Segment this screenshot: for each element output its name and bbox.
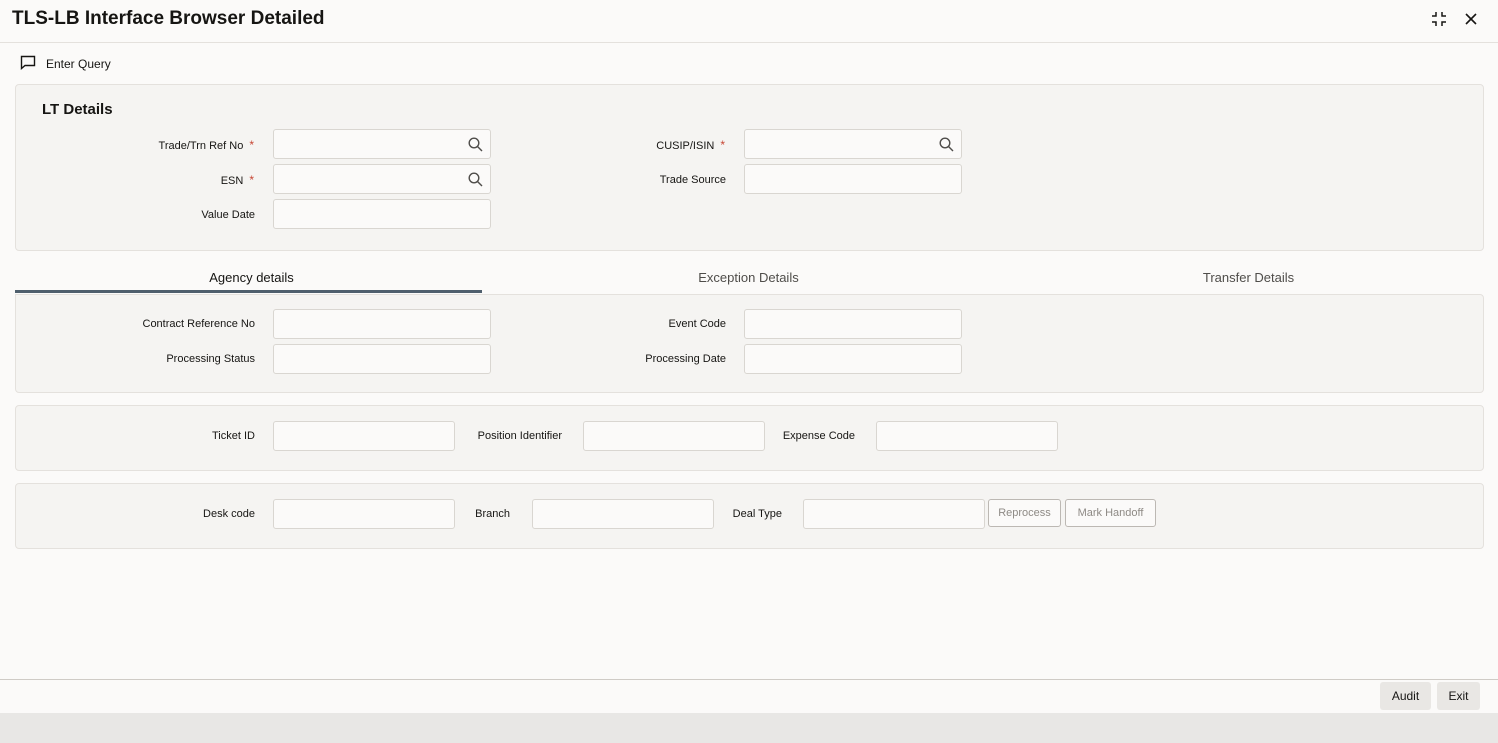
required-marker: * [249,138,254,152]
trade-ref-label: Trade/Trn Ref No * [158,138,254,152]
tab-transfer-details[interactable]: Transfer Details [1012,270,1485,285]
trade-source-input[interactable] [744,164,962,194]
processing-status-input[interactable] [273,344,491,374]
ticket-id-label: Ticket ID [212,430,255,442]
lt-details-title: LT Details [42,101,113,118]
status-bar [0,713,1498,743]
mark-handoff-button[interactable]: Mark Handoff [1065,499,1156,527]
reprocess-button[interactable]: Reprocess [988,499,1061,527]
contract-ref-input[interactable] [273,309,491,339]
enter-query-label: Enter Query [46,57,111,71]
page-title: TLS-LB Interface Browser Detailed [12,8,325,29]
required-marker: * [249,173,254,187]
enter-query-button[interactable]: Enter Query [20,55,111,73]
search-icon[interactable] [939,137,954,157]
expense-code-label: Expense Code [782,430,855,442]
branch-label: Branch [475,508,510,520]
exit-button[interactable]: Exit [1437,682,1480,710]
esn-input[interactable] [273,164,491,194]
value-date-label: Value Date [201,209,255,221]
tab-exception-details[interactable]: Exception Details [512,270,985,285]
contract-ref-label: Contract Reference No [142,318,256,330]
desk-code-label: Desk code [203,508,255,520]
deal-type-input[interactable] [803,499,985,529]
header-divider [0,42,1498,43]
event-code-label: Event Code [668,318,726,330]
window-controls [1430,10,1480,28]
deal-type-label: Deal Type [732,508,782,520]
processing-status-label: Processing Status [166,353,255,365]
collapse-icon[interactable] [1430,10,1448,28]
audit-button[interactable]: Audit [1380,682,1431,710]
required-marker: * [720,138,725,152]
esn-label: ESN * [220,173,254,187]
close-icon[interactable] [1462,10,1480,28]
tab-agency-details[interactable]: Agency details [15,270,488,285]
processing-date-input[interactable] [744,344,962,374]
search-icon[interactable] [468,137,483,157]
cusip-label: CUSIP/ISIN * [656,138,725,152]
position-identifier-label: Position Identifier [477,430,562,442]
active-tab-indicator [15,290,482,293]
cusip-input[interactable] [744,129,962,159]
value-date-input[interactable] [273,199,491,229]
expense-code-input[interactable] [876,421,1058,451]
search-icon[interactable] [468,172,483,192]
comment-icon [20,55,36,73]
trade-ref-input[interactable] [273,129,491,159]
trade-source-label: Trade Source [659,174,726,186]
processing-date-label: Processing Date [645,353,726,365]
footer-divider [0,679,1498,680]
event-code-input[interactable] [744,309,962,339]
